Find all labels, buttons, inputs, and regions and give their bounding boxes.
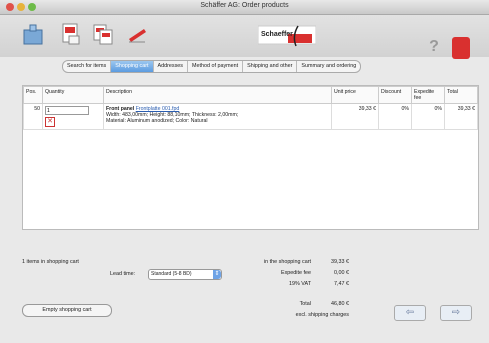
col-quantity: Quantity bbox=[42, 86, 104, 104]
total-label: Total bbox=[299, 301, 311, 307]
tab-shipping-and-other[interactable]: Shipping and other bbox=[243, 61, 298, 72]
edit-pencil-icon[interactable] bbox=[126, 22, 148, 46]
total-value: 46,80 € bbox=[331, 301, 349, 307]
alert-icon[interactable] bbox=[452, 37, 470, 59]
vat-label: 19% VAT bbox=[289, 281, 311, 287]
help-icon[interactable]: ? bbox=[424, 37, 444, 57]
delete-item-icon[interactable]: ✕ bbox=[45, 117, 55, 127]
cell-description: Front panel Frontplatte 001.fpd Width: 4… bbox=[103, 103, 332, 130]
table-row: 50 ✕ Front panel Frontplatte 001.fpd Wid… bbox=[23, 103, 478, 130]
cell-pos: 50 bbox=[23, 103, 43, 130]
col-expedite: Expedite fee bbox=[411, 86, 445, 104]
quantity-input[interactable] bbox=[45, 106, 89, 115]
col-unit-price: Unit price bbox=[331, 86, 379, 104]
tab-search-items[interactable]: Search for items bbox=[63, 61, 112, 72]
documents-icon[interactable] bbox=[92, 22, 114, 46]
document-red-icon[interactable] bbox=[60, 22, 82, 46]
home-icon[interactable] bbox=[22, 22, 44, 46]
lead-time-value: Standard (5-8 BD) bbox=[151, 271, 192, 277]
col-discount: Discount bbox=[378, 86, 412, 104]
cell-quantity: ✕ bbox=[42, 103, 104, 130]
empty-cart-button[interactable]: Empty shopping cart bbox=[22, 304, 112, 317]
forward-arrow-button[interactable]: ⇨ bbox=[440, 305, 472, 321]
shipping-note: excl. shipping charges bbox=[295, 312, 349, 318]
cell-discount: 0% bbox=[378, 103, 412, 130]
cart-summary: 1 items in shopping cart Lead time: Stan… bbox=[22, 243, 477, 333]
vat-value: 7,47 € bbox=[334, 281, 349, 287]
in-cart-label: in the shopping cart bbox=[263, 259, 311, 265]
svg-text:Schaeffer: Schaeffer bbox=[261, 31, 293, 38]
tab-summary-ordering[interactable]: Summary and ordering bbox=[297, 61, 360, 72]
chevron-updown-icon: ⇕ bbox=[213, 270, 221, 279]
tab-addresses[interactable]: Addresses bbox=[154, 61, 188, 72]
lead-time-label: Lead time: bbox=[110, 271, 136, 277]
item-material: Material: Aluminum anodized; Color: Natu… bbox=[106, 118, 208, 124]
step-tabs: Search for items Shopping cart Addresses… bbox=[62, 60, 362, 73]
lead-time-select[interactable]: Standard (5-8 BD) ⇕ bbox=[148, 269, 222, 280]
col-pos: Pos. bbox=[23, 86, 43, 104]
items-count: 1 items in shopping cart bbox=[22, 259, 79, 265]
in-cart-value: 39,33 € bbox=[331, 259, 349, 265]
tab-method-of-payment[interactable]: Method of payment bbox=[188, 61, 244, 72]
cart-table: Pos. Quantity Description Unit price Dis… bbox=[22, 85, 479, 230]
expedite-value: 0,00 € bbox=[334, 270, 349, 276]
col-total: Total bbox=[444, 86, 478, 104]
cell-total: 39,33 € bbox=[444, 103, 478, 130]
cell-unit-price: 39,33 € bbox=[331, 103, 379, 130]
title-bar: Schäffer AG: Order products bbox=[0, 0, 489, 15]
app-window: Schäffer AG: Order products Schaeffer ? … bbox=[0, 0, 489, 343]
cell-expedite: 0% bbox=[411, 103, 445, 130]
schaeffer-logo: Schaeffer bbox=[257, 24, 317, 48]
col-description: Description bbox=[103, 86, 332, 104]
toolbar: Schaeffer ? bbox=[0, 15, 489, 59]
expedite-label: Expedite fee bbox=[281, 270, 311, 276]
tab-shopping-cart[interactable]: Shopping cart bbox=[111, 61, 154, 72]
window-title: Schäffer AG: Order products bbox=[200, 2, 289, 9]
back-arrow-button[interactable]: ⇦ bbox=[394, 305, 426, 321]
table-header-row: Pos. Quantity Description Unit price Dis… bbox=[23, 86, 478, 104]
